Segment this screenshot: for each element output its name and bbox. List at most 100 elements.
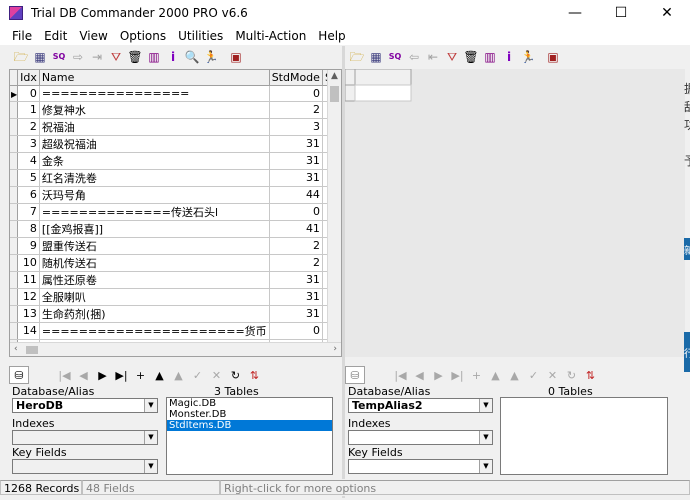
cell-stdmode[interactable]: 2 bbox=[269, 254, 323, 272]
database-icon[interactable]: ⛁ bbox=[345, 366, 365, 384]
cell-stdmode[interactable]: 2 bbox=[269, 237, 323, 255]
cell-idx[interactable]: 10 bbox=[17, 254, 40, 272]
table-row[interactable]: 13 生命药剂(捆) 31 bbox=[10, 305, 341, 323]
maximize-button[interactable]: ☐ bbox=[598, 0, 644, 26]
cell-idx[interactable]: 2 bbox=[17, 118, 40, 136]
list-item[interactable]: Magic.DB bbox=[167, 398, 332, 409]
column-header-stdmode[interactable]: StdMode bbox=[269, 70, 323, 86]
nav-next-icon[interactable]: ▶ bbox=[95, 369, 110, 382]
cell-name[interactable]: 沃玛号角 bbox=[39, 186, 270, 204]
row-indicator[interactable] bbox=[10, 169, 19, 187]
indexes-combo[interactable]: ▼ bbox=[12, 430, 158, 445]
nav-edit-icon[interactable]: ▲ bbox=[171, 369, 186, 382]
chevron-down-icon[interactable]: ▼ bbox=[479, 399, 492, 412]
chevron-down-icon[interactable]: ▼ bbox=[479, 431, 492, 444]
cell-stdmode[interactable]: 0 bbox=[269, 203, 323, 221]
column-header-idx[interactable]: Idx bbox=[17, 70, 40, 86]
cell-name[interactable]: 属性还原卷 bbox=[39, 271, 270, 289]
menu-multi-action[interactable]: Multi-Action bbox=[229, 29, 312, 43]
table-row[interactable]: 3 超级祝福油 31 bbox=[10, 135, 341, 153]
cell-name[interactable]: 祝福油 bbox=[39, 118, 270, 136]
nav-sort-icon[interactable]: ⇅ bbox=[583, 369, 598, 382]
exit-icon[interactable]: ▣ bbox=[545, 49, 561, 65]
nav-prior-icon[interactable]: ◀ bbox=[412, 369, 427, 382]
nav-edit-icon[interactable]: ▲ bbox=[507, 369, 522, 382]
cell-idx[interactable]: 13 bbox=[17, 305, 40, 323]
cell-idx[interactable]: 12 bbox=[17, 288, 40, 306]
cell-stdmode[interactable]: 3 bbox=[269, 118, 323, 136]
scroll-thumb[interactable] bbox=[26, 346, 38, 354]
cell-name[interactable]: 全服喇叭 bbox=[39, 288, 270, 306]
nav-cancel-icon[interactable]: ✕ bbox=[209, 369, 224, 382]
nav-first-icon[interactable]: |◀ bbox=[57, 369, 72, 382]
table-icon[interactable]: ▦ bbox=[368, 49, 384, 65]
minimize-button[interactable]: — bbox=[552, 0, 598, 26]
table-row[interactable]: 4 金条 31 bbox=[10, 152, 341, 170]
structure-icon[interactable]: ▥ bbox=[482, 49, 498, 65]
indexes-combo[interactable]: ▼ bbox=[348, 430, 493, 445]
row-indicator[interactable] bbox=[10, 237, 19, 255]
delete-icon[interactable]: 🗑 bbox=[127, 49, 143, 65]
search-icon[interactable]: 🔍 bbox=[184, 49, 200, 65]
menu-help[interactable]: Help bbox=[312, 29, 351, 43]
cell-stdmode[interactable]: 31 bbox=[269, 169, 323, 187]
row-indicator[interactable] bbox=[10, 186, 19, 204]
nav-cancel-icon[interactable]: ✕ bbox=[545, 369, 560, 382]
table-row[interactable]: ▶ 0 ================ 0 bbox=[10, 85, 341, 102]
scroll-thumb[interactable] bbox=[330, 86, 339, 102]
nav-insert-icon[interactable]: + bbox=[133, 369, 148, 382]
cell-idx[interactable]: 7 bbox=[17, 203, 40, 221]
cell-stdmode[interactable]: 31 bbox=[269, 288, 323, 306]
menu-options[interactable]: Options bbox=[114, 29, 172, 43]
cell-stdmode[interactable]: 31 bbox=[269, 152, 323, 170]
table-row[interactable]: 1 修复神水 2 bbox=[10, 101, 341, 119]
menu-edit[interactable]: Edit bbox=[38, 29, 73, 43]
row-indicator[interactable] bbox=[10, 322, 19, 340]
cell-idx[interactable]: 1 bbox=[17, 101, 40, 119]
vertical-scrollbar[interactable]: ▲ bbox=[327, 70, 341, 342]
import-icon[interactable]: ⇤ bbox=[425, 49, 441, 65]
menu-utilities[interactable]: Utilities bbox=[172, 29, 229, 43]
nav-insert-icon[interactable]: + bbox=[469, 369, 484, 382]
key-fields-combo[interactable]: ▼ bbox=[12, 459, 158, 474]
cell-name[interactable]: 随机传送石 bbox=[39, 254, 270, 272]
table-row[interactable]: 9 盟重传送石 2 bbox=[10, 237, 341, 255]
arrow-right-icon[interactable]: ⇨ bbox=[70, 49, 86, 65]
cell-name[interactable]: ======================货币 bbox=[39, 322, 270, 340]
menu-file[interactable]: File bbox=[0, 29, 38, 43]
chevron-down-icon[interactable]: ▼ bbox=[144, 460, 157, 473]
panel-splitter[interactable] bbox=[342, 46, 345, 498]
row-indicator[interactable] bbox=[10, 288, 19, 306]
filter-icon[interactable]: ⛛ bbox=[108, 49, 124, 65]
chevron-down-icon[interactable]: ▼ bbox=[479, 460, 492, 473]
row-indicator[interactable] bbox=[10, 118, 19, 136]
info-icon[interactable]: i bbox=[165, 49, 181, 65]
row-indicator[interactable] bbox=[10, 135, 19, 153]
row-indicator[interactable] bbox=[10, 101, 19, 119]
column-header-name[interactable]: Name bbox=[39, 70, 270, 86]
table-row[interactable]: 11 属性还原卷 31 bbox=[10, 271, 341, 289]
row-indicator[interactable] bbox=[10, 254, 19, 272]
tables-list[interactable]: Magic.DB Monster.DB StdItems.DB bbox=[166, 397, 333, 475]
row-indicator[interactable] bbox=[10, 305, 19, 323]
cell-idx[interactable]: 11 bbox=[17, 271, 40, 289]
nav-next-icon[interactable]: ▶ bbox=[431, 369, 446, 382]
row-indicator[interactable] bbox=[10, 152, 19, 170]
cell-idx[interactable]: 9 bbox=[17, 237, 40, 255]
cell-name[interactable]: 红名清洗卷 bbox=[39, 169, 270, 187]
runner-icon[interactable]: 🏃 bbox=[203, 49, 219, 65]
scroll-left-icon[interactable]: ‹ bbox=[14, 344, 18, 354]
sql-icon[interactable]: SQ bbox=[51, 49, 67, 65]
cell-name[interactable]: 生命药剂(捆) bbox=[39, 305, 270, 323]
table-row[interactable]: 14 ======================货币 0 bbox=[10, 322, 341, 340]
cell-stdmode[interactable]: 44 bbox=[269, 186, 323, 204]
horizontal-scrollbar[interactable]: ‹ › bbox=[10, 342, 341, 356]
table-icon[interactable]: ▦ bbox=[32, 49, 48, 65]
nav-delete-icon[interactable]: ▲ bbox=[152, 369, 167, 382]
open-folder-icon[interactable]: 🗁 bbox=[349, 49, 365, 65]
scroll-up-icon[interactable]: ▲ bbox=[331, 71, 338, 81]
left-data-grid[interactable]: Idx Name StdMode Shape ▶0===============… bbox=[9, 69, 342, 357]
cell-idx[interactable]: 14 bbox=[17, 322, 40, 340]
delete-icon[interactable]: 🗑 bbox=[463, 49, 479, 65]
table-row[interactable]: 5 红名清洗卷 31 bbox=[10, 169, 341, 187]
